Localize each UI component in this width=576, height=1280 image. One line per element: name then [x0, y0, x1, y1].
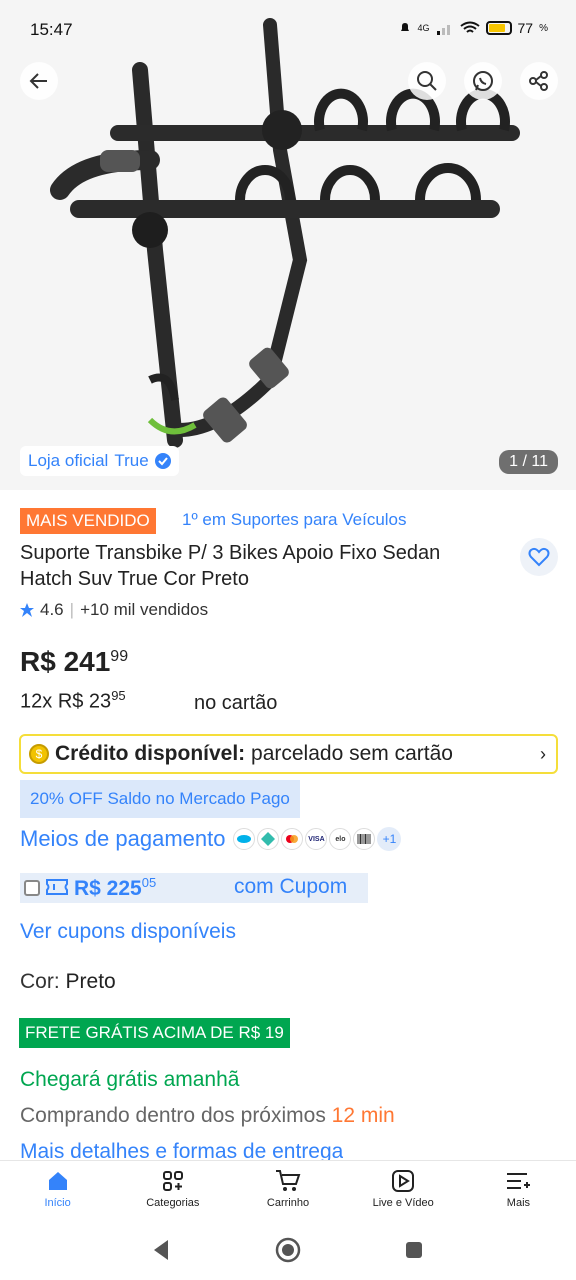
divider: | — [69, 600, 75, 619]
system-navigation-bar — [0, 1222, 576, 1280]
buying-prefix: Comprando dentro dos próximos — [20, 1104, 326, 1127]
nav-live-video[interactable]: Live e Vídeo — [346, 1161, 461, 1222]
credit-available-banner[interactable]: $ Crédito disponível: parcelado sem cart… — [19, 734, 558, 774]
product-title: Suporte Transbike P/ 3 Bikes Apoio Fixo … — [20, 542, 441, 590]
sold-count: +10 mil vendidos — [80, 600, 209, 619]
back-button[interactable] — [20, 62, 58, 100]
store-name: True — [114, 451, 149, 470]
system-back-button[interactable] — [154, 1240, 168, 1260]
buying-time: 12 min — [331, 1104, 395, 1127]
mercado-pago-icon — [233, 828, 256, 850]
system-recents-button[interactable] — [406, 1242, 422, 1258]
system-home-button[interactable] — [275, 1237, 301, 1263]
payment-methods-link[interactable]: Meios de pagamento VISA elo +1 — [20, 826, 402, 852]
favorite-button[interactable] — [520, 538, 558, 576]
visa-icon: VISA — [305, 828, 328, 850]
bell-off-icon — [400, 23, 409, 31]
network-type: 4G — [417, 23, 430, 33]
share-icon — [529, 71, 548, 91]
coupon-price-cents: 05 — [141, 875, 157, 890]
mastercard-icon — [281, 828, 304, 850]
store-prefix: Loja oficial — [28, 451, 109, 470]
cart-icon — [276, 1170, 301, 1191]
see-coupons-link[interactable]: Ver cupons disponíveis — [20, 920, 236, 944]
signal-icon — [436, 25, 450, 35]
discount-badge: 20% OFF Saldo no Mercado Pago — [20, 780, 300, 818]
boleto-icon — [353, 828, 376, 850]
status-time: 15:47 — [30, 20, 73, 39]
price: R$ 24199 — [20, 646, 128, 678]
nav-home-label: Início — [44, 1197, 71, 1209]
payment-icons: VISA elo +1 — [233, 827, 402, 851]
search-icon — [417, 71, 437, 91]
rating-row[interactable]: 4.6 | +10 mil vendidos — [20, 600, 208, 620]
image-counter: 1 / 11 — [499, 450, 558, 474]
back-triangle-icon — [154, 1240, 168, 1260]
installments: 12x R$ 2395 — [20, 688, 126, 714]
home-icon — [48, 1172, 67, 1190]
installment-cents: 95 — [111, 688, 126, 703]
ticket-icon — [46, 878, 68, 898]
battery-level: 77 — [517, 20, 534, 36]
best-seller-badge: MAIS VENDIDO — [20, 508, 156, 534]
buying-window: Comprando dentro dos próximos 12 min — [20, 1104, 395, 1128]
installment-int: R$ 23 — [57, 690, 112, 713]
price-int: R$ 241 — [20, 646, 111, 677]
heart-icon — [528, 547, 550, 567]
color-value: Preto — [65, 970, 116, 993]
rating-value: 4.6 — [40, 600, 64, 619]
star-icon — [20, 603, 34, 617]
official-store-badge[interactable]: Loja oficial True — [20, 446, 179, 476]
recents-square-icon — [406, 1242, 422, 1258]
color-label: Cor: — [20, 970, 60, 993]
wifi-icon — [459, 21, 480, 33]
battery-icon — [485, 21, 512, 35]
categories-icon — [162, 1171, 183, 1191]
play-icon — [392, 1170, 415, 1192]
installment-suffix: no cartão — [194, 692, 278, 714]
product-gallery[interactable]: Loja oficial True 1 / 11 — [0, 0, 576, 490]
coupon-checkbox[interactable] — [24, 880, 40, 896]
coupon-text: com Cupom — [234, 875, 348, 898]
coupon-price: R$ 22505 — [74, 875, 156, 901]
installments-count: 12x — [20, 690, 53, 713]
status-bar: 15:47 4G 77% — [0, 0, 576, 60]
search-button[interactable] — [408, 62, 446, 100]
coupon-price-int: R$ 225 — [74, 877, 142, 900]
color-selector[interactable]: Cor: Preto — [20, 970, 116, 994]
price-cents: 99 — [110, 648, 129, 665]
nav-categories[interactable]: Categorias — [115, 1161, 230, 1222]
category-rank-link[interactable]: 1º em Suportes para Veículos — [182, 510, 407, 530]
chevron-right-icon: › — [540, 744, 546, 764]
nav-home[interactable]: Início — [0, 1161, 115, 1222]
payment-methods-label: Meios de pagamento — [20, 826, 226, 851]
more-payments-badge: +1 — [377, 827, 402, 851]
status-icons: 4G 77% — [398, 20, 548, 36]
delivery-details-link[interactable]: Mais detalhes e formas de entrega — [20, 1140, 343, 1160]
verified-icon — [154, 453, 171, 469]
bottom-navigation: Início Categorias Carrinho Live e Vídeo … — [0, 1160, 576, 1222]
nav-categories-label: Categorias — [146, 1197, 200, 1209]
menu-icon — [507, 1173, 531, 1189]
credit-text: parcelado sem cartão — [251, 742, 453, 765]
nav-cart[interactable]: Carrinho — [230, 1161, 345, 1222]
credit-label: Crédito disponível: — [55, 742, 246, 765]
coupon-option[interactable]: R$ 22505 com Cupom — [20, 873, 368, 903]
nav-more-label: Mais — [506, 1197, 531, 1209]
arrival-text: Chegará grátis amanhã — [20, 1068, 240, 1091]
whatsapp-button[interactable] — [464, 62, 502, 100]
share-button[interactable] — [520, 62, 558, 100]
pix-icon — [257, 828, 280, 850]
free-shipping-badge: FRETE GRÁTIS ACIMA DE R$ 19 — [19, 1018, 290, 1048]
coin-icon: $ — [29, 744, 49, 764]
whatsapp-icon — [473, 71, 493, 91]
nav-more[interactable]: Mais — [461, 1161, 576, 1222]
elo-icon: elo — [329, 828, 352, 850]
nav-cart-label: Carrinho — [266, 1197, 310, 1209]
nav-live-label: Live e Vídeo — [372, 1197, 434, 1209]
back-arrow-icon — [29, 73, 47, 89]
